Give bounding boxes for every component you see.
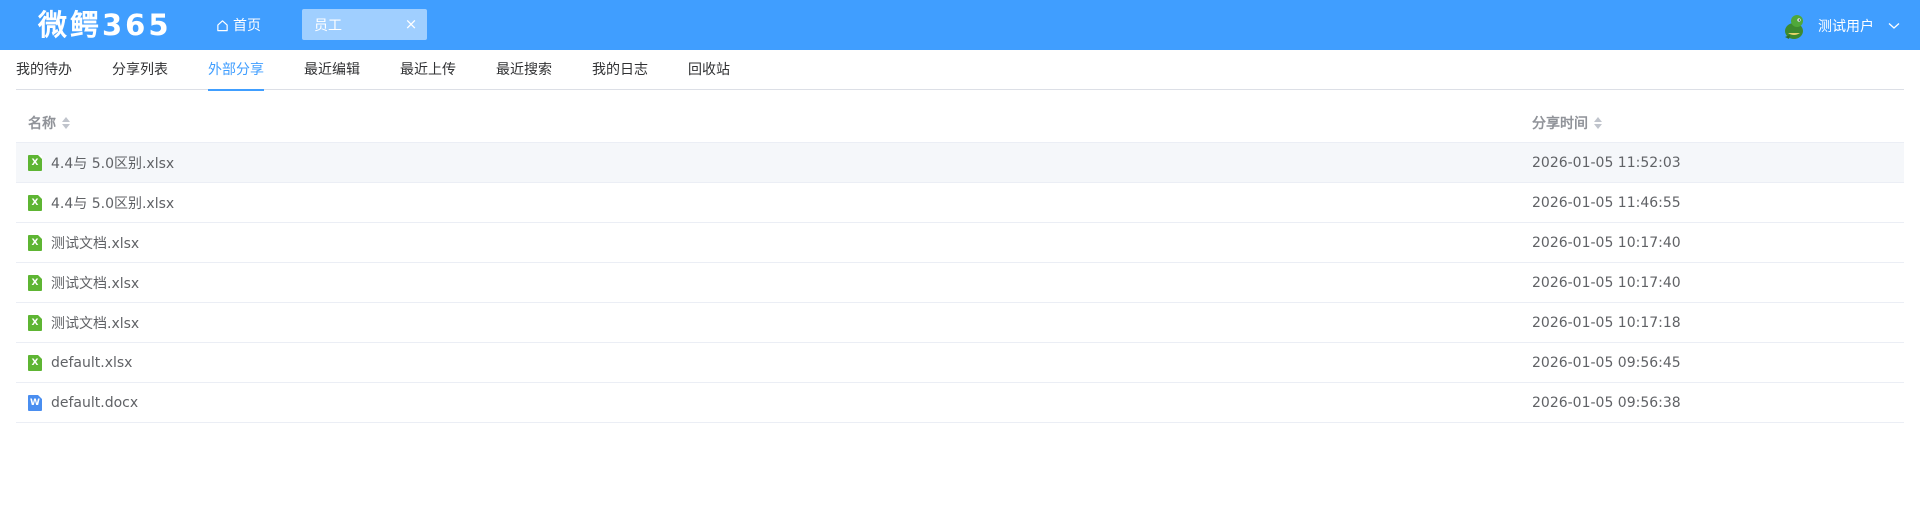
excel-file-icon: X [28, 274, 42, 291]
file-name-cell: X 4.4与 5.0区别.xlsx [16, 193, 1520, 213]
file-name[interactable]: 测试文档.xlsx [51, 233, 139, 253]
sort-icon[interactable] [62, 116, 70, 129]
excel-file-icon: X [28, 154, 42, 171]
tab-recent-edit[interactable]: 最近编辑 [304, 50, 360, 90]
sub-navigation: 我的待办 分享列表 外部分享 最近编辑 最近上传 最近搜索 我的日志 回收站 [16, 50, 1904, 91]
share-time: 2026-01-05 09:56:38 [1532, 394, 1681, 411]
column-header-time-label: 分享时间 [1532, 115, 1588, 132]
top-bar: 微鳄365 首页 员工 × 测试用户 [0, 0, 1920, 50]
avatar [1785, 15, 1803, 39]
open-tab-label: 员工 [314, 17, 342, 34]
tab-my-todo[interactable]: 我的待办 [16, 50, 72, 90]
file-name[interactable]: 测试文档.xlsx [51, 313, 139, 333]
excel-file-icon: X [28, 194, 42, 211]
column-header-name[interactable]: 名称 [16, 113, 1520, 133]
column-header-time[interactable]: 分享时间 [1520, 113, 1602, 133]
table-row[interactable]: X default.xlsx 2026-01-05 09:56:45 [16, 343, 1904, 383]
file-name-cell: X 测试文档.xlsx [16, 233, 1520, 253]
open-tab-employee[interactable]: 员工 × [302, 9, 427, 40]
tab-recycle-bin[interactable]: 回收站 [688, 50, 730, 90]
home-icon [217, 19, 228, 31]
app-logo[interactable]: 微鳄365 [38, 6, 172, 44]
file-name[interactable]: 测试文档.xlsx [51, 273, 139, 293]
tab-share-list[interactable]: 分享列表 [112, 50, 168, 90]
chevron-down-icon [1888, 23, 1900, 29]
table-row[interactable]: X 测试文档.xlsx 2026-01-05 10:17:40 [16, 223, 1904, 263]
file-name[interactable]: 4.4与 5.0区别.xlsx [51, 153, 174, 173]
file-name-cell: X 测试文档.xlsx [16, 273, 1520, 293]
file-name-cell: X 测试文档.xlsx [16, 313, 1520, 333]
file-name-cell: X default.xlsx [16, 354, 1520, 371]
file-name-cell: X 4.4与 5.0区别.xlsx [16, 153, 1520, 173]
file-name-cell: W default.docx [16, 394, 1520, 411]
tab-my-log[interactable]: 我的日志 [592, 50, 648, 90]
share-time: 2026-01-05 11:52:03 [1532, 154, 1681, 171]
tab-recent-upload[interactable]: 最近上传 [400, 50, 456, 90]
table-row[interactable]: X 测试文档.xlsx 2026-01-05 10:17:18 [16, 303, 1904, 343]
table-row[interactable]: X 测试文档.xlsx 2026-01-05 10:17:40 [16, 263, 1904, 303]
file-name[interactable]: default.docx [51, 395, 138, 411]
excel-file-icon: X [28, 234, 42, 251]
column-header-name-label: 名称 [28, 115, 56, 132]
close-icon[interactable]: × [403, 16, 419, 32]
share-time: 2026-01-05 10:17:40 [1532, 234, 1681, 251]
table-row[interactable]: X 4.4与 5.0区别.xlsx 2026-01-05 11:46:55 [16, 183, 1904, 223]
share-time: 2026-01-05 09:56:45 [1532, 354, 1681, 371]
user-menu[interactable]: 测试用户 [1780, 10, 1900, 42]
share-time: 2026-01-05 10:17:18 [1532, 314, 1681, 331]
home-link[interactable]: 首页 [216, 12, 261, 38]
word-file-icon: W [28, 394, 42, 411]
excel-file-icon: X [28, 314, 42, 331]
table-header: 名称 分享时间 [16, 103, 1904, 143]
file-name[interactable]: default.xlsx [51, 355, 132, 371]
tab-recent-search[interactable]: 最近搜索 [496, 50, 552, 90]
home-label: 首页 [233, 18, 261, 34]
user-name: 测试用户 [1818, 19, 1874, 35]
file-name[interactable]: 4.4与 5.0区别.xlsx [51, 193, 174, 213]
shared-files-table: 名称 分享时间 X 4.4与 5.0区别.xlsx 2026-01-05 11:… [16, 103, 1904, 423]
table-row[interactable]: W default.docx 2026-01-05 09:56:38 [16, 383, 1904, 423]
tab-external-share[interactable]: 外部分享 [208, 50, 264, 91]
excel-file-icon: X [28, 354, 42, 371]
share-time: 2026-01-05 10:17:40 [1532, 274, 1681, 291]
share-time: 2026-01-05 11:46:55 [1532, 194, 1681, 211]
table-row[interactable]: X 4.4与 5.0区别.xlsx 2026-01-05 11:52:03 [16, 143, 1904, 183]
sort-icon[interactable] [1594, 116, 1602, 129]
